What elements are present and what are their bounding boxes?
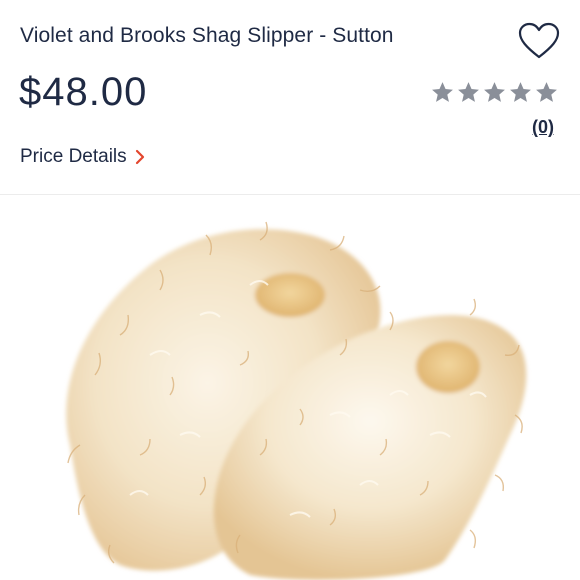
heart-icon[interactable]: [518, 22, 560, 60]
star-icon: [484, 82, 505, 102]
listing-title: Violet and Brooks Shag Slipper - Sutton: [20, 24, 394, 47]
review-count-link[interactable]: (0): [532, 117, 554, 138]
star-rating[interactable]: [430, 80, 559, 105]
star-icon: [432, 82, 453, 102]
price-details-link[interactable]: Price Details: [20, 146, 145, 168]
listing-price: $48.00: [19, 70, 148, 114]
chevron-right-icon: [135, 149, 144, 165]
star-icon: [458, 82, 479, 102]
star-icon: [510, 82, 531, 102]
shag-slippers-illustration: [66, 221, 527, 580]
star-icon: [536, 82, 557, 102]
listing-page: Violet and Brooks Shag Slipper - Sutton …: [0, 0, 580, 580]
price-details-label: Price Details: [20, 146, 127, 167]
product-image[interactable]: [0, 195, 580, 580]
